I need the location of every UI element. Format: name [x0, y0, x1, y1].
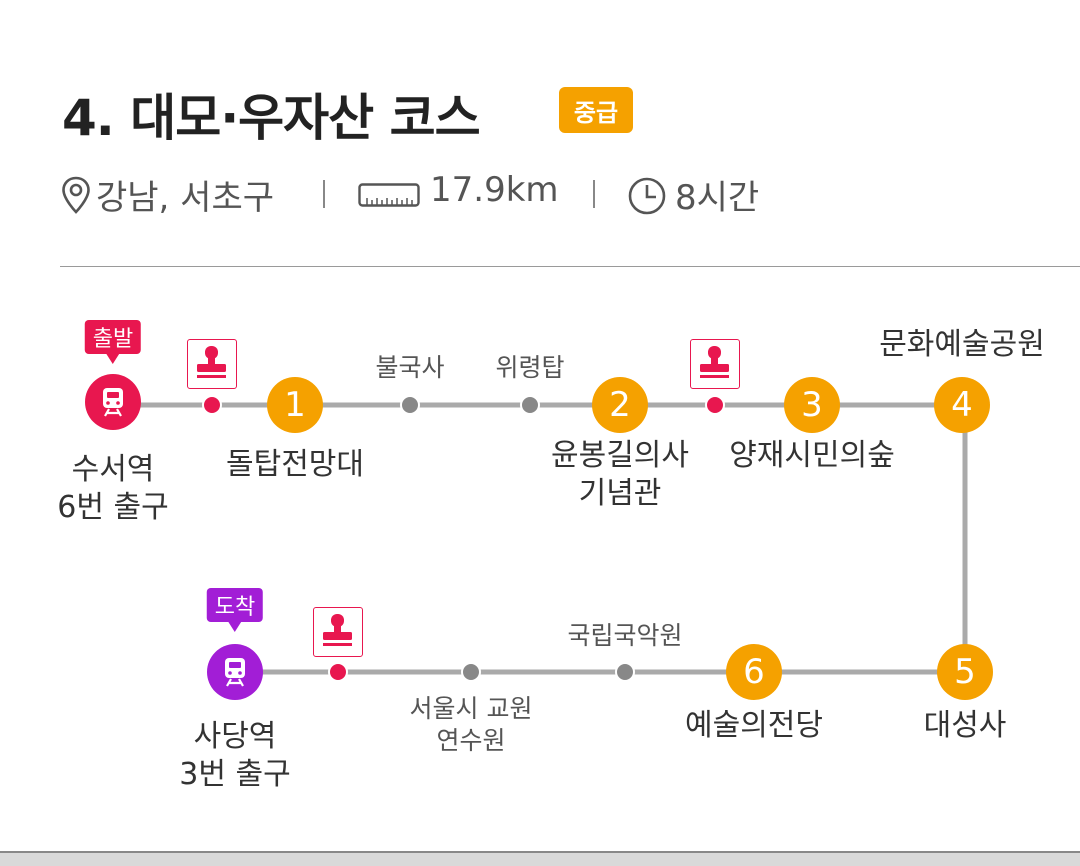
checkpoint-1-marker: 1	[267, 377, 323, 433]
checkpoint-4-label: 문화예술공원	[879, 327, 1045, 362]
start-station-label: 수서역 6번 출구	[57, 452, 169, 526]
checkpoint-2-marker: 2	[592, 377, 648, 433]
waypoint-dot	[461, 662, 481, 682]
stamp-icon	[690, 339, 740, 389]
end-tag: 도착	[206, 588, 264, 632]
checkpoint-3-label: 양재시민의숲	[729, 438, 895, 473]
end-station-marker	[207, 644, 263, 700]
waypoint-dot	[615, 662, 635, 682]
checkpoint-6-marker: 6	[726, 644, 782, 700]
stamp-point	[202, 395, 222, 415]
stamp-point	[705, 395, 725, 415]
checkpoint-3-marker: 3	[784, 377, 840, 433]
checkpoint-6-label: 예술의전당	[685, 708, 823, 743]
start-station-marker	[85, 374, 141, 430]
checkpoint-5-label: 대성사	[923, 708, 1007, 743]
waypoint-dot	[400, 395, 420, 415]
stamp-point	[328, 662, 348, 682]
checkpoint-1-label: 돌탑전망대	[226, 447, 364, 482]
stamp-icon	[187, 339, 237, 389]
waypoint-label: 위령탑	[495, 353, 565, 382]
start-tag: 출발	[84, 320, 142, 364]
footer-bar	[0, 853, 1080, 866]
stamp-icon	[313, 607, 363, 657]
end-station-label: 사당역 3번 출구	[179, 719, 291, 793]
checkpoint-5-marker: 5	[937, 644, 993, 700]
waypoint-dot	[520, 395, 540, 415]
checkpoint-4-marker: 4	[934, 377, 990, 433]
waypoint-label: 서울시 교원연수원	[409, 694, 533, 755]
subway-train-icon	[225, 658, 245, 687]
checkpoint-2-label: 윤봉길의사 기념관	[551, 438, 689, 512]
waypoint-label: 불국사	[375, 353, 445, 382]
waypoint-label: 국립국악원	[567, 621, 683, 650]
subway-train-icon	[103, 388, 123, 417]
